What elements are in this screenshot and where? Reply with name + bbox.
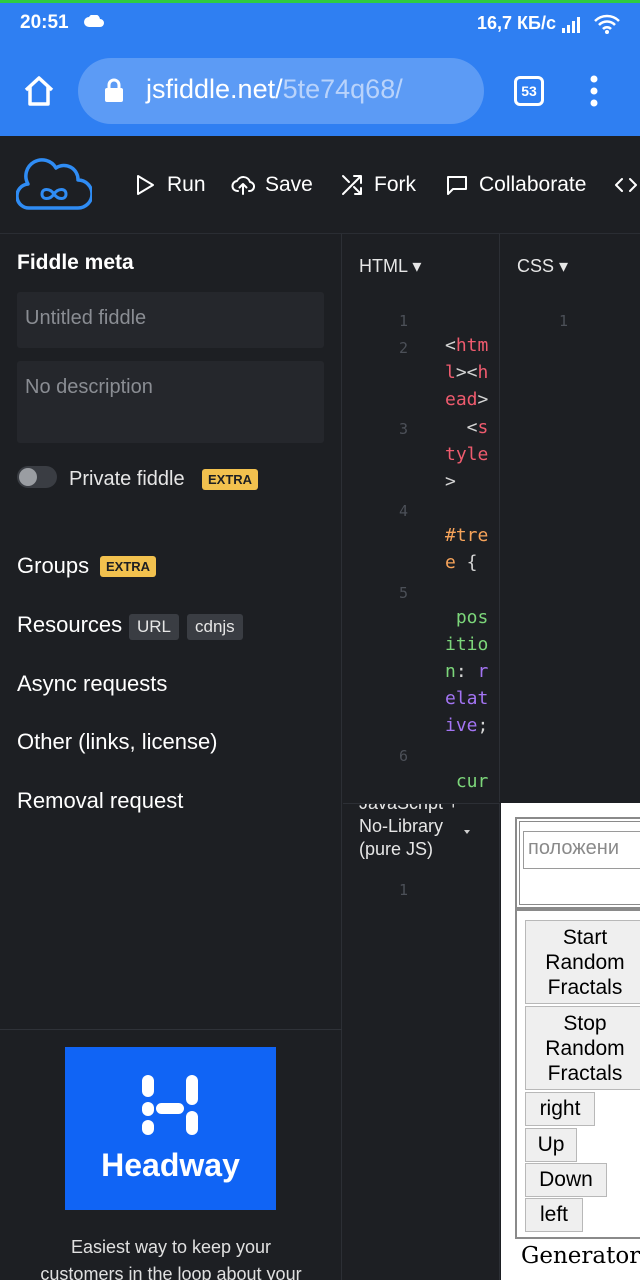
collaborate-button[interactable]: Collaborate	[445, 170, 586, 200]
cdnjs-pill[interactable]: cdnjs	[187, 614, 243, 640]
line-number: 2	[399, 339, 409, 357]
css-editor-panel[interactable]: CSS ▾ 1	[501, 234, 640, 802]
lock-icon	[105, 78, 123, 102]
groups-link[interactable]: Groups	[17, 553, 89, 579]
extra-badge: EXTRA	[202, 469, 259, 490]
fiddle-title-input[interactable]: Untitled fiddle	[17, 292, 324, 348]
removal-request-link[interactable]: Removal request	[17, 788, 183, 814]
network-speed: 16,7 КБ/с	[477, 13, 556, 33]
ad-caption-line: customers in the loop about your	[40, 1264, 302, 1280]
code-line: l><h	[445, 362, 489, 383]
fiddle-toolbar: Run Save Fork Collaborate	[0, 136, 640, 234]
line-number: 5	[399, 584, 409, 602]
ad-caption: Easiest way to keep your customers in th…	[0, 1234, 342, 1280]
menu-dots-icon[interactable]	[584, 75, 604, 107]
collaborate-label: Collaborate	[479, 173, 587, 196]
address-bar[interactable]: jsfiddle.net/5te74q68/	[78, 58, 484, 124]
ad-divider	[0, 1029, 342, 1030]
code-line: n: r	[445, 661, 489, 682]
async-requests-link[interactable]: Async requests	[17, 671, 167, 697]
css-panel-label[interactable]: CSS ▾	[517, 256, 568, 277]
url-path: 5te74q68/	[282, 74, 403, 104]
stop-random-fractals-button[interactable]: Stop Random Fractals	[525, 1006, 640, 1090]
sidebar: Fiddle meta Untitled fiddle No descripti…	[0, 234, 342, 1280]
play-icon	[137, 175, 154, 195]
private-toggle[interactable]	[17, 466, 57, 488]
embed-button[interactable]	[614, 170, 640, 200]
code-line: >	[445, 471, 456, 492]
fork-icon	[342, 175, 362, 195]
browser-bar: jsfiddle.net/5te74q68/ 53	[0, 45, 640, 136]
code-line: ead>	[445, 389, 489, 410]
left-button[interactable]: left	[525, 1198, 583, 1232]
save-button[interactable]: Save	[231, 170, 313, 200]
status-time: 20:51	[20, 12, 69, 33]
fiddle-meta-title: Fiddle meta	[17, 251, 134, 274]
home-icon[interactable]	[22, 74, 56, 108]
start-random-fractals-button[interactable]: Start Random Fractals	[525, 920, 640, 1004]
save-label: Save	[265, 173, 313, 196]
code-line: pos	[445, 607, 489, 628]
tabs-count-button[interactable]: 53	[514, 76, 544, 106]
headway-logo-icon	[142, 1075, 198, 1135]
line-number: 1	[559, 312, 569, 330]
chat-icon	[447, 176, 467, 195]
chevron-down-icon[interactable]	[464, 830, 470, 834]
url-pill[interactable]: URL	[129, 614, 180, 640]
code-line: #tre	[445, 525, 489, 546]
code-line: cur	[445, 771, 489, 792]
other-links-link[interactable]: Other (links, license)	[17, 729, 218, 755]
url-domain: jsfiddle.net/	[146, 74, 283, 104]
right-button[interactable]: right	[525, 1092, 595, 1126]
code-line: itio	[445, 634, 489, 655]
code-line: ive;	[445, 715, 489, 736]
js-editor-panel[interactable]: JavaScript + No-Library (pure JS) 1	[343, 803, 500, 1280]
fiddle-description-input[interactable]: No description	[17, 361, 324, 443]
run-button[interactable]: Run	[133, 170, 206, 200]
resources-link[interactable]: Resources	[17, 612, 122, 638]
line-number: 1	[399, 881, 409, 899]
js-panel-label[interactable]: JavaScript + No-Library (pure JS)	[359, 804, 459, 861]
url-text: jsfiddle.net/5te74q68/	[146, 74, 403, 105]
up-button[interactable]: Up	[525, 1128, 577, 1162]
fork-button[interactable]: Fork	[340, 170, 416, 200]
status-bar: 20:51 16,7 КБ/с	[0, 0, 640, 45]
line-number: 1	[399, 312, 409, 330]
ad-caption-line: Easiest way to keep your	[70, 1237, 272, 1257]
code-icon	[615, 178, 637, 192]
ad-brand-text: Headway	[101, 1147, 240, 1183]
generator-caption: Generator	[521, 1243, 640, 1269]
signal-icon	[562, 17, 580, 33]
result-panel[interactable]: положени Start Random Fractals Stop Rand…	[501, 803, 640, 1280]
code-line: e {	[445, 552, 478, 573]
line-number: 6	[399, 747, 409, 765]
fork-label: Fork	[374, 173, 416, 196]
line-number: 4	[399, 502, 409, 520]
code-line: <htm	[445, 335, 489, 356]
cloud-upload-icon	[231, 176, 255, 195]
extra-badge: EXTRA	[100, 556, 157, 577]
html-editor-panel[interactable]: HTML ▾ 1 2 3 4 5 6 <htm l><h ead> <s tyl…	[343, 234, 500, 802]
position-input[interactable]: положени	[523, 831, 640, 869]
code-line: tyle	[445, 444, 489, 465]
code-line: elat	[445, 688, 489, 709]
html-panel-label[interactable]: HTML ▾	[359, 256, 421, 277]
private-fiddle-label: Private fiddle	[69, 468, 185, 490]
down-button[interactable]: Down	[525, 1163, 607, 1197]
line-number: 3	[399, 420, 409, 438]
toggle-knob	[19, 468, 37, 486]
run-label: Run	[167, 173, 206, 196]
jsfiddle-logo-icon[interactable]	[16, 158, 92, 214]
wifi-icon	[594, 14, 620, 34]
headway-ad[interactable]: Headway	[65, 1047, 276, 1210]
code-line: <s	[445, 417, 489, 438]
cloud-icon	[84, 15, 104, 27]
